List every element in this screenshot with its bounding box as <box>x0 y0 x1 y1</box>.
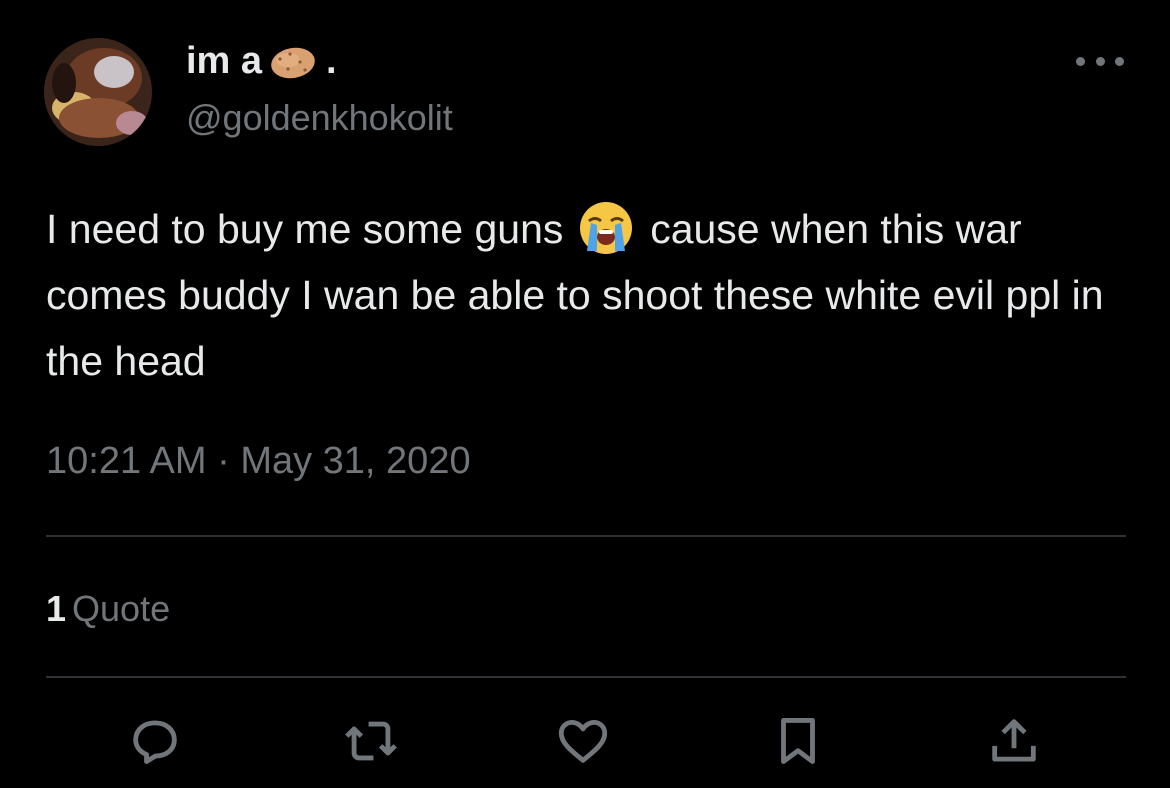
share-button[interactable] <box>981 708 1047 774</box>
retweet-icon <box>345 721 397 761</box>
display-name-text: im a <box>186 40 263 82</box>
share-icon <box>992 719 1036 762</box>
quote-label: Quote <box>72 588 171 629</box>
divider <box>46 535 1126 537</box>
reply-icon <box>133 720 177 764</box>
potato-icon <box>268 42 318 82</box>
divider <box>46 676 1126 678</box>
action-bar <box>0 708 1170 774</box>
tweet-text-part1: I need to buy me some guns <box>46 206 564 252</box>
avatar-image <box>44 38 152 146</box>
retweet-button[interactable] <box>338 708 404 774</box>
timestamp[interactable]: 10:21 AM · May 31, 2020 <box>46 440 471 483</box>
more-dot-icon <box>1115 56 1124 66</box>
heart-icon <box>558 719 608 763</box>
quote-count-link[interactable]: 1 Quote <box>46 588 170 630</box>
more-options-button[interactable] <box>1076 46 1124 76</box>
quote-count: 1 <box>46 588 67 629</box>
reply-button[interactable] <box>122 708 188 774</box>
more-dot-icon <box>1095 56 1105 66</box>
tweet-text: I need to buy me some guns cause when th… <box>46 196 1136 394</box>
like-button[interactable] <box>550 708 616 774</box>
more-dot-icon <box>1076 56 1085 66</box>
display-name[interactable]: im a . <box>186 40 337 83</box>
loudly-crying-face-icon <box>577 199 635 257</box>
display-name-suffix: . <box>326 40 337 82</box>
bookmark-button[interactable] <box>765 708 831 774</box>
avatar[interactable] <box>44 38 152 146</box>
user-handle[interactable]: @goldenkhokolit <box>186 97 453 139</box>
bookmark-icon <box>781 718 815 764</box>
